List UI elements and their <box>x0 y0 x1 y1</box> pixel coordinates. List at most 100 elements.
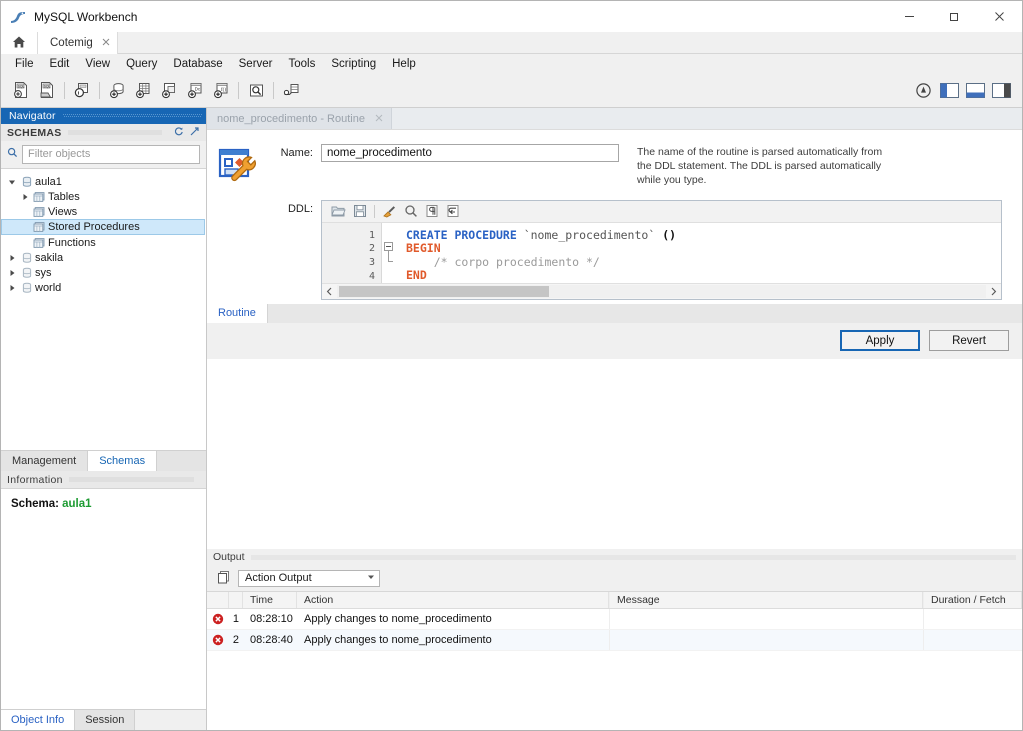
menu-tools[interactable]: Tools <box>281 56 324 72</box>
new-procedure-icon[interactable]: Dc <box>182 79 208 103</box>
tab-cotemig[interactable]: Cotemig <box>37 32 118 54</box>
menu-server[interactable]: Server <box>231 56 281 72</box>
editor-tab-strip: nome_procedimento - Routine <box>207 108 1022 129</box>
beautify-query-icon[interactable] <box>379 202 400 220</box>
code-line-4: END <box>406 268 427 283</box>
code-line-1: CREATE PROCEDURE `nome_procedimento` () <box>406 228 676 242</box>
tab-management[interactable]: Management <box>1 451 89 471</box>
table-row[interactable]: 1 08:28:10 Apply changes to nome_procedi… <box>207 609 1022 630</box>
reconnect-dbms-icon[interactable] <box>278 79 304 103</box>
chevron-down-icon[interactable] <box>5 178 18 186</box>
routine-subtabs-filler <box>267 303 1022 323</box>
schema-icon <box>18 267 35 279</box>
collapse-all-icon[interactable] <box>189 126 200 140</box>
chevron-left-icon[interactable] <box>322 284 337 299</box>
chevron-right-icon[interactable] <box>18 193 31 201</box>
close-icon[interactable] <box>102 38 110 49</box>
sql-code-text[interactable]: CREATE PROCEDURE `nome_procedimento` () … <box>396 223 1001 283</box>
revert-button[interactable]: Revert <box>929 330 1009 352</box>
editor-tab-routine[interactable]: nome_procedimento - Routine <box>207 108 392 129</box>
header-dotfill <box>250 554 1016 560</box>
scrollbar-thumb[interactable] <box>339 285 549 297</box>
table-row[interactable]: 2 08:28:40 Apply changes to nome_procedi… <box>207 630 1022 651</box>
name-row: Name: nome_procedimento The name of the … <box>269 144 1012 188</box>
tree-node-sys[interactable]: sys <box>1 265 206 280</box>
code-folding-column[interactable] <box>382 222 396 283</box>
output-type-select[interactable]: Action Output <box>238 569 380 587</box>
apply-button[interactable]: Apply <box>840 330 920 352</box>
tab-session[interactable]: Session <box>75 710 136 730</box>
tab-routine[interactable]: Routine <box>207 303 268 323</box>
toggle-sidebar-icon[interactable] <box>936 79 962 103</box>
menu-help[interactable]: Help <box>384 56 424 72</box>
menu-query[interactable]: Query <box>118 56 165 72</box>
col-time: Time <box>243 592 297 608</box>
menu-edit[interactable]: Edit <box>42 56 78 72</box>
title-bar: MySQL Workbench <box>1 1 1022 32</box>
col-status <box>207 592 229 608</box>
chevron-right-icon[interactable] <box>986 284 1001 299</box>
open-sql-script-icon[interactable]: SQL <box>34 79 60 103</box>
home-tab[interactable] <box>1 32 37 54</box>
ddl-code-area[interactable]: 1 2 3 4 CREATE PROCEDURE `nome_procedime… <box>322 222 1001 283</box>
save-file-icon[interactable] <box>349 202 370 220</box>
toolbar-separator <box>273 82 274 99</box>
fold-collapse-icon[interactable] <box>384 241 393 251</box>
tree-node-views[interactable]: Views <box>1 204 206 219</box>
menu-scripting[interactable]: Scripting <box>323 56 384 72</box>
ddl-horizontal-scrollbar[interactable] <box>322 282 1001 299</box>
line-number: 3 <box>368 257 375 268</box>
toggle-invisible-chars-icon[interactable] <box>421 202 442 220</box>
menu-file[interactable]: File <box>7 56 42 72</box>
svg-text:SQL: SQL <box>43 84 50 88</box>
new-table-icon[interactable] <box>130 79 156 103</box>
toggle-word-wrap-icon[interactable] <box>442 202 463 220</box>
refresh-icon[interactable] <box>173 126 184 140</box>
new-schema-icon[interactable] <box>104 79 130 103</box>
toggle-output-icon[interactable] <box>962 79 988 103</box>
line-number: 1 <box>322 229 392 243</box>
output-pages-icon[interactable] <box>217 570 230 587</box>
action-output-grid[interactable]: Time Action Message Duration / Fetch 1 0… <box>207 591 1022 730</box>
toolbar-separator <box>64 82 65 99</box>
tab-object-info[interactable]: Object Info <box>1 710 76 730</box>
scrollbar-track[interactable] <box>337 284 986 298</box>
close-button[interactable] <box>977 1 1022 32</box>
schema-tree[interactable]: aula1 Tables Views Stored Procedures Fun… <box>1 168 206 450</box>
search-data-icon[interactable] <box>243 79 269 103</box>
close-icon[interactable] <box>375 113 383 125</box>
navigator-header: Navigator <box>1 108 206 124</box>
routine-subtabs: Routine <box>207 303 1022 323</box>
maximize-button[interactable] <box>932 1 977 32</box>
minimize-button[interactable] <box>887 1 932 32</box>
toggle-secondary-sidebar-icon[interactable] <box>988 79 1014 103</box>
tree-node-functions[interactable]: Functions <box>1 235 206 250</box>
output-header: Output <box>207 549 1022 565</box>
menu-view[interactable]: View <box>77 56 118 72</box>
routine-editor: Name: nome_procedimento The name of the … <box>207 129 1022 549</box>
open-file-icon[interactable] <box>328 202 349 220</box>
tree-node-tables[interactable]: Tables <box>1 189 206 204</box>
find-icon[interactable] <box>400 202 421 220</box>
row-action: Apply changes to nome_procedimento <box>304 613 492 625</box>
tree-node-world[interactable]: world <box>1 280 206 295</box>
tree-node-aula1[interactable]: aula1 <box>1 174 206 189</box>
toggle-help-icon[interactable] <box>910 79 936 103</box>
new-sql-tab-icon[interactable]: SQL <box>8 79 34 103</box>
chevron-right-icon[interactable] <box>5 269 18 277</box>
tab-schemas[interactable]: Schemas <box>88 451 158 471</box>
chevron-down-icon[interactable] <box>367 574 375 582</box>
routine-name-input[interactable]: nome_procedimento <box>321 144 619 162</box>
schema-info-value: aula1 <box>62 498 92 510</box>
chevron-right-icon[interactable] <box>5 254 18 262</box>
connect-to-database-icon[interactable]: i <box>69 79 95 103</box>
filter-objects-input[interactable]: Filter objects <box>22 144 200 164</box>
row-time: 08:28:10 <box>250 613 293 625</box>
menu-database[interactable]: Database <box>165 56 230 72</box>
tree-node-stored-procedures[interactable]: Stored Procedures <box>1 219 205 235</box>
chevron-right-icon[interactable] <box>5 284 18 292</box>
new-function-icon[interactable]: f() <box>208 79 234 103</box>
new-view-icon[interactable] <box>156 79 182 103</box>
svg-text:Dc: Dc <box>194 87 200 92</box>
tree-node-sakila[interactable]: sakila <box>1 250 206 265</box>
